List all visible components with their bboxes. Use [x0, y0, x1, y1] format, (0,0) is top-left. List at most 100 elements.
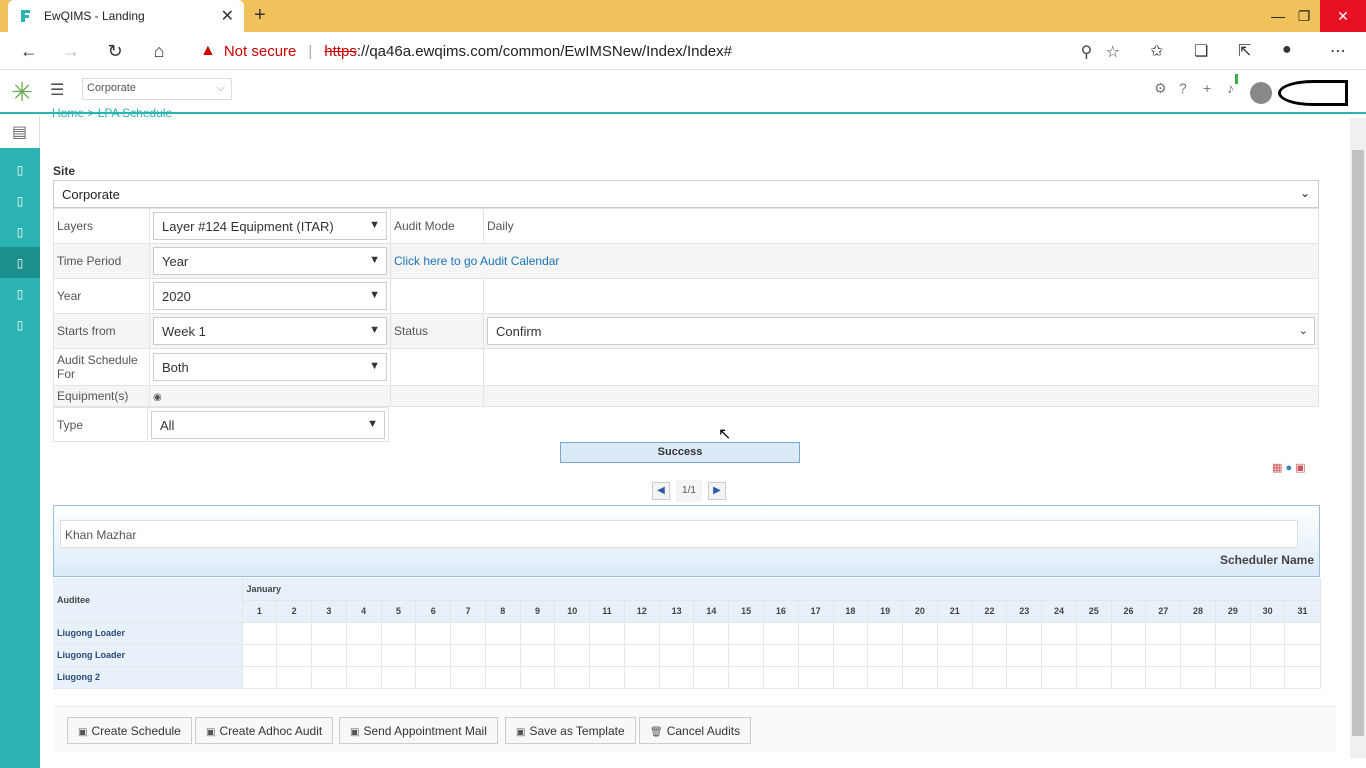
schedule-cell[interactable]: [520, 622, 556, 645]
schedule-cell[interactable]: [1076, 666, 1112, 689]
layers-select[interactable]: Layer #124 Equipment (ITAR) ▼: [152, 212, 387, 240]
sidebar-item-3-icon[interactable]: ▯: [0, 216, 40, 247]
browser-tab[interactable]: EwQIMS - Landing ✕: [8, 0, 244, 32]
schedule-cell[interactable]: [624, 666, 660, 689]
schedule-cell[interactable]: [972, 622, 1008, 645]
schedule-cell[interactable]: [1250, 622, 1286, 645]
schedule-cell[interactable]: [798, 644, 834, 667]
schedule-cell[interactable]: [1145, 666, 1182, 689]
schedule-cell[interactable]: [867, 644, 904, 667]
schedule-cell[interactable]: [381, 666, 417, 689]
schedule-cell[interactable]: [1284, 666, 1321, 689]
schedule-cell[interactable]: [415, 622, 452, 645]
avatar[interactable]: [1250, 82, 1272, 104]
gear-icon[interactable]: ⚙: [1154, 80, 1167, 97]
schedule-cell[interactable]: [276, 666, 313, 689]
sidebar-clipboard-icon[interactable]: ▤: [0, 116, 40, 148]
schedule-cell[interactable]: [1180, 644, 1216, 667]
schedule-cell[interactable]: [1006, 622, 1043, 645]
schedule-cell[interactable]: [1250, 644, 1286, 667]
schedule-cell[interactable]: [1250, 666, 1286, 689]
schedule-cell[interactable]: [1111, 622, 1147, 645]
create-schedule-button[interactable]: ▣ Create Schedule: [67, 717, 192, 744]
schedule-cell[interactable]: [1006, 644, 1043, 667]
schedule-cell[interactable]: [1006, 666, 1043, 689]
next-page-icon[interactable]: ▶: [708, 482, 726, 500]
schedule-cell[interactable]: [1076, 644, 1112, 667]
menu-icon[interactable]: ☰: [50, 80, 64, 100]
refresh-icon[interactable]: ↻: [104, 40, 126, 62]
save-as-template-button[interactable]: ▣ Save as Template: [505, 717, 636, 744]
favorites-icon[interactable]: ✩: [1150, 41, 1163, 61]
schedule-cell[interactable]: [659, 644, 695, 667]
schedule-cell[interactable]: [867, 622, 904, 645]
schedule-cell[interactable]: [520, 666, 556, 689]
schedule-cell[interactable]: [902, 666, 938, 689]
create-adhoc-audit-button[interactable]: ▣ Create Adhoc Audit: [195, 717, 334, 744]
schedule-cell[interactable]: [1215, 666, 1251, 689]
schedule-for-select[interactable]: Both ▼: [152, 353, 387, 381]
schedule-cell[interactable]: [937, 644, 973, 667]
sidebar-item-4-icon[interactable]: ▯: [0, 247, 40, 278]
new-tab-icon[interactable]: +: [254, 4, 266, 27]
schedule-cell[interactable]: [1041, 666, 1077, 689]
site-select[interactable]: Corporate ⌄: [53, 180, 1319, 208]
schedule-cell[interactable]: [1111, 666, 1147, 689]
schedule-cell[interactable]: [1145, 644, 1182, 667]
schedule-cell[interactable]: [1215, 622, 1251, 645]
schedule-cell[interactable]: [867, 666, 904, 689]
schedule-cell[interactable]: [311, 644, 347, 667]
schedule-cell[interactable]: [763, 644, 799, 667]
schedule-cell[interactable]: [450, 666, 486, 689]
schedule-cell[interactable]: [798, 622, 834, 645]
scrollbar-thumb[interactable]: [1352, 150, 1364, 736]
sidebar-item-1-icon[interactable]: ▯: [0, 154, 40, 185]
sidebar-item-2-icon[interactable]: ▯: [0, 185, 40, 216]
help-icon[interactable]: ?: [1179, 80, 1187, 96]
schedule-cell[interactable]: [276, 622, 313, 645]
zoom-icon[interactable]: ⚲ ☆: [1081, 42, 1120, 62]
schedule-cell[interactable]: [972, 644, 1008, 667]
schedule-cell[interactable]: [1076, 622, 1112, 645]
schedule-cell[interactable]: [624, 644, 660, 667]
schedule-cell[interactable]: [381, 644, 417, 667]
schedule-cell[interactable]: [589, 666, 625, 689]
schedule-cell[interactable]: [659, 622, 695, 645]
schedule-cell[interactable]: [833, 666, 869, 689]
schedule-cell[interactable]: [242, 666, 278, 689]
schedule-cell[interactable]: [1145, 622, 1182, 645]
schedule-cell[interactable]: [972, 666, 1008, 689]
close-window-icon[interactable]: ✕: [1320, 0, 1366, 32]
profile-icon[interactable]: ●: [1282, 41, 1292, 59]
forward-icon[interactable]: →: [60, 40, 82, 62]
schedule-cell[interactable]: [659, 666, 695, 689]
schedule-cell[interactable]: [624, 622, 660, 645]
app-logo-icon[interactable]: ✳: [8, 78, 36, 106]
back-icon[interactable]: ←: [18, 40, 40, 62]
schedule-cell[interactable]: [276, 644, 313, 667]
schedule-cell[interactable]: [728, 644, 764, 667]
schedule-cell[interactable]: [346, 666, 382, 689]
schedule-cell[interactable]: [902, 622, 938, 645]
schedule-cell[interactable]: [1180, 666, 1216, 689]
schedule-cell[interactable]: [902, 644, 938, 667]
schedule-cell[interactable]: [693, 622, 730, 645]
schedule-cell[interactable]: [554, 666, 591, 689]
schedule-cell[interactable]: [693, 666, 730, 689]
schedule-cell[interactable]: [833, 622, 869, 645]
schedule-cell[interactable]: [485, 644, 521, 667]
schedule-cell[interactable]: [346, 622, 382, 645]
schedule-cell[interactable]: [1041, 644, 1077, 667]
schedule-cell[interactable]: [1111, 644, 1147, 667]
schedule-cell[interactable]: [520, 644, 556, 667]
schedule-cell[interactable]: [554, 644, 591, 667]
add-icon[interactable]: +: [1203, 80, 1211, 96]
schedule-cell[interactable]: [346, 644, 382, 667]
schedule-cell[interactable]: [450, 644, 486, 667]
sidebar-item-6-icon[interactable]: ▯: [0, 309, 40, 340]
audit-calendar-link[interactable]: Click here to go Audit Calendar: [394, 254, 559, 268]
equipment-radio-icon[interactable]: ◉: [153, 392, 162, 403]
more-icon[interactable]: ⋯: [1330, 41, 1346, 61]
schedule-cell[interactable]: [728, 666, 764, 689]
breadcrumb-home[interactable]: Home: [52, 106, 84, 120]
